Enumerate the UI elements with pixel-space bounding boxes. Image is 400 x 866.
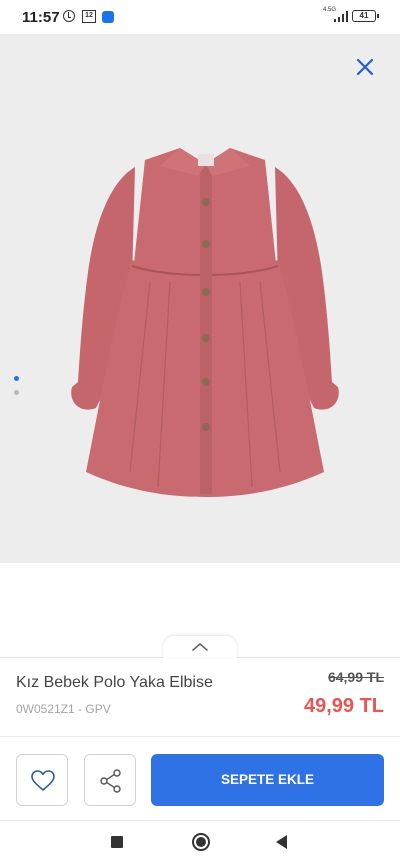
gallery-dot-active[interactable] xyxy=(14,376,19,381)
divider xyxy=(0,736,400,737)
product-title: Kız Bebek Polo Yaka Elbise xyxy=(16,674,213,691)
favorite-button[interactable] xyxy=(16,754,68,806)
expand-details-handle[interactable] xyxy=(163,636,237,658)
status-bar: 11:57 12 4.5G 41 xyxy=(0,0,400,34)
add-to-cart-button[interactable]: SEPETE EKLE xyxy=(151,754,384,806)
calendar-icon: 12 xyxy=(82,10,96,23)
product-image-gallery[interactable] xyxy=(0,34,400,563)
app-notification-icon xyxy=(102,11,114,23)
share-icon xyxy=(100,769,121,793)
product-image-dress xyxy=(71,148,339,497)
sale-price: 49,99 TL xyxy=(303,695,384,717)
close-icon xyxy=(356,58,374,76)
system-nav-bar xyxy=(0,821,400,866)
close-button[interactable] xyxy=(352,54,378,80)
back-button[interactable] xyxy=(276,835,287,849)
alarm-icon xyxy=(63,10,75,22)
gallery-dot[interactable] xyxy=(14,390,19,395)
old-price: 64,99 TL xyxy=(327,669,384,685)
signal-icon xyxy=(334,11,348,22)
share-button[interactable] xyxy=(84,754,136,806)
battery-icon: 41 xyxy=(352,10,379,22)
status-time: 11:57 xyxy=(22,9,60,26)
chevron-up-icon xyxy=(192,643,208,651)
product-code: 0W0521Z1 - GPV xyxy=(16,702,111,716)
recents-button[interactable] xyxy=(111,836,123,848)
heart-icon xyxy=(31,770,55,791)
home-button[interactable] xyxy=(192,833,210,851)
gallery-pagination[interactable] xyxy=(14,376,19,404)
